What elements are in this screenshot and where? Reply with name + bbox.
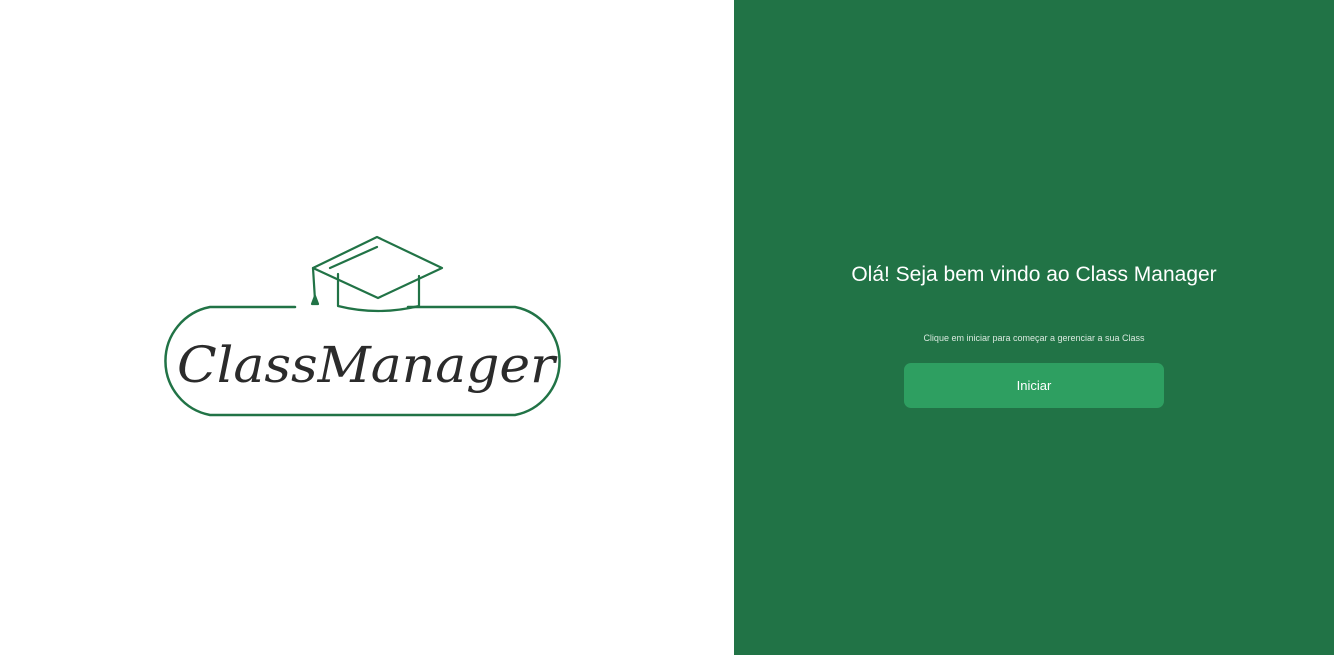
welcome-title: Olá! Seja bem vindo ao Class Manager	[851, 263, 1217, 286]
logo-panel: ClassManager	[0, 0, 734, 655]
welcome-page: ClassManager Olá! Seja bem vindo ao Clas…	[0, 0, 1334, 655]
start-button[interactable]: Iniciar	[904, 363, 1164, 408]
welcome-subtitle: Clique em iniciar para começar a gerenci…	[923, 333, 1145, 343]
logo-text: ClassManager	[177, 336, 558, 394]
graduation-cap-icon	[310, 235, 444, 313]
class-manager-logo: ClassManager	[164, 235, 561, 417]
welcome-panel: Olá! Seja bem vindo ao Class Manager Cli…	[734, 0, 1334, 655]
